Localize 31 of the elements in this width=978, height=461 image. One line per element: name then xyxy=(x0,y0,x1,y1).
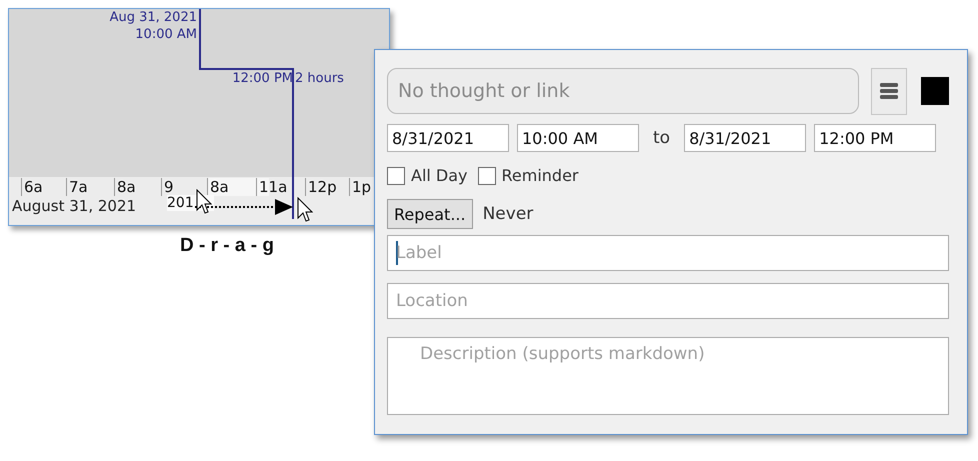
to-label: to xyxy=(653,128,670,148)
color-swatch[interactable] xyxy=(921,77,949,105)
start-time-field[interactable]: 10:00 AM xyxy=(517,124,639,152)
hour-label: 7a xyxy=(66,178,88,196)
end-date-field[interactable]: 8/31/2021 xyxy=(684,124,806,152)
start-time-label: 10:00 AM xyxy=(135,27,197,42)
date-label: August 31, 2021 xyxy=(12,197,136,215)
checkbox-label[interactable]: Reminder xyxy=(502,166,579,185)
hour-label: 11a xyxy=(256,178,288,196)
repeat-button[interactable]: Repeat... xyxy=(387,199,473,229)
duration-label: 2 hours xyxy=(295,71,344,86)
checkbox[interactable] xyxy=(387,166,405,184)
end-time-label: 12:00 PM xyxy=(232,71,293,86)
checkbox[interactable] xyxy=(478,166,496,184)
cursor-icon xyxy=(196,189,212,215)
hour-label: 12p xyxy=(305,178,337,196)
cursor-icon xyxy=(297,197,313,223)
repeat-value: Never xyxy=(482,204,534,224)
menu-button[interactable] xyxy=(871,68,907,114)
end-time-field[interactable]: 12:00 PM xyxy=(814,124,936,152)
hour-label: 1p xyxy=(349,178,372,196)
location-field[interactable]: Location xyxy=(387,283,949,319)
hour-label: 8a xyxy=(114,178,136,196)
description-field[interactable]: Description (supports markdown) xyxy=(387,337,949,415)
menu-icon xyxy=(879,81,899,101)
drag-caption: D - r - a - g xyxy=(180,235,274,257)
thought-field[interactable]: No thought or link xyxy=(387,68,859,114)
checkbox-label[interactable]: All Day xyxy=(411,166,468,185)
hour-label: 6a xyxy=(21,178,43,196)
start-date-label: Aug 31, 2021 xyxy=(110,10,197,25)
start-date-field[interactable]: 8/31/2021 xyxy=(387,124,509,152)
